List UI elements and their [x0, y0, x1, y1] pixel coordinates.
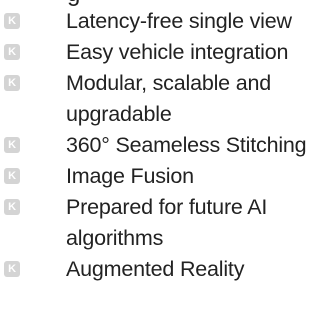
feature-text: Image Fusion [66, 164, 194, 188]
k-bullet-icon: K [4, 13, 20, 29]
list-item: K Augmented Reality [0, 254, 316, 285]
k-bullet-icon: K [4, 168, 20, 184]
feature-text: 360° Seameless Stitching [66, 133, 307, 157]
k-bullet-icon: K [4, 75, 20, 91]
list-item: K Modular, scalable and upgradable [0, 68, 316, 130]
k-bullet-icon: K [4, 261, 20, 277]
feature-text: Modular, scalable and upgradable [66, 71, 271, 126]
list-item: K Prepared for future AI algorithms [0, 192, 316, 254]
k-bullet-icon-letter: K [8, 45, 16, 58]
k-bullet-icon: K [4, 199, 20, 215]
feature-text: Latency-free single view [66, 9, 292, 33]
list-item: K Latency-free single view [0, 6, 316, 37]
feature-list: K Latency-free single view K Easy vehicl… [0, 6, 322, 285]
list-item: K Easy vehicle integration [0, 37, 316, 68]
k-bullet-icon-letter: K [8, 14, 16, 27]
feature-text: Augmented Reality [66, 257, 245, 281]
k-bullet-icon-letter: K [8, 200, 16, 213]
k-bullet-icon-letter: K [8, 138, 16, 151]
feature-text: Easy vehicle integration [66, 40, 289, 64]
list-item: K 360° Seameless Stitching [0, 130, 316, 161]
k-bullet-icon: K [4, 44, 20, 60]
k-bullet-icon-letter: K [8, 76, 16, 89]
feature-text: Prepared for future AI algorithms [66, 195, 268, 250]
k-bullet-icon: K [4, 137, 20, 153]
k-bullet-icon-letter: K [8, 169, 16, 182]
list-item: K Image Fusion [0, 161, 316, 192]
k-bullet-icon-letter: K [8, 262, 16, 275]
